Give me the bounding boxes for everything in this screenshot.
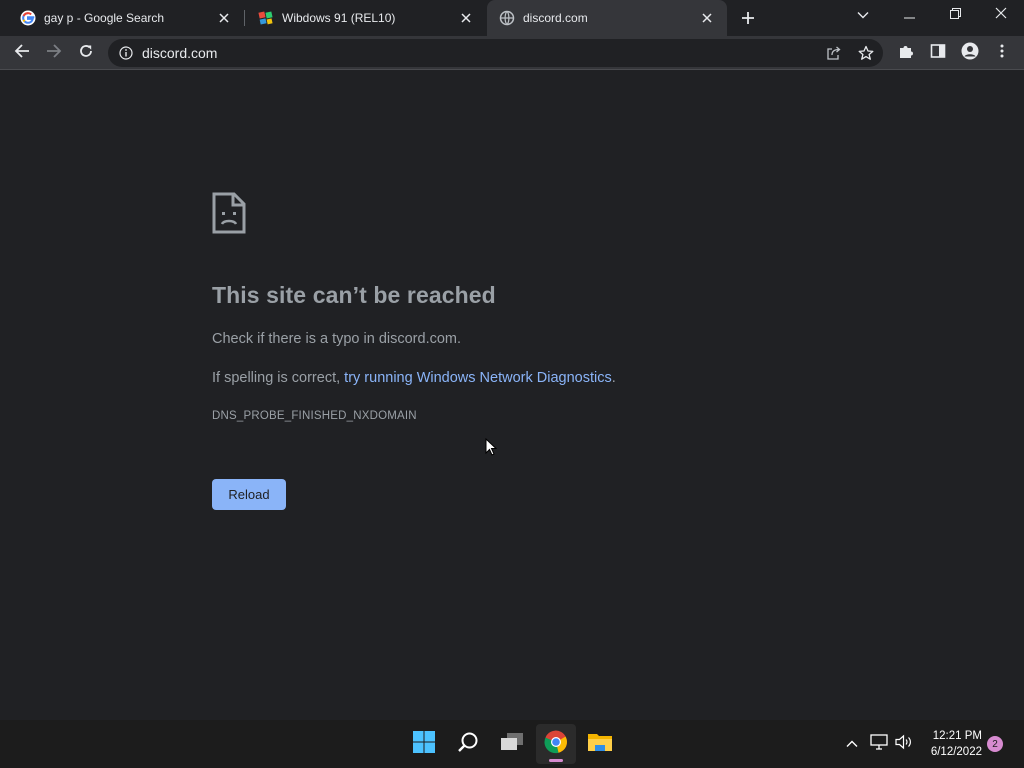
reload-button[interactable]: [72, 39, 100, 67]
more-vertical-icon: [1000, 44, 1004, 63]
file-explorer-button[interactable]: [580, 724, 620, 764]
chevron-down-icon: [857, 6, 869, 24]
typo-message-domain: discord.com: [378, 331, 457, 347]
close-window-button[interactable]: [978, 0, 1024, 30]
forward-button[interactable]: [40, 39, 68, 67]
folder-icon: [587, 731, 613, 758]
chevron-up-icon: [846, 735, 858, 753]
tab-title: gay p - Google Search: [44, 11, 165, 25]
diagnostics-suggestion: If spelling is correct, try running Wind…: [212, 370, 616, 386]
mouse-cursor-icon: [485, 437, 498, 461]
suggestion-prefix: If spelling is correct,: [212, 370, 345, 386]
close-icon[interactable]: [216, 10, 232, 26]
task-view-icon: [500, 732, 524, 757]
search-icon: [457, 731, 479, 758]
address-text: discord.com: [142, 45, 218, 61]
search-button[interactable]: [448, 724, 488, 764]
info-icon[interactable]: [118, 45, 134, 61]
share-icon[interactable]: [826, 45, 842, 66]
refresh-icon: [78, 43, 94, 64]
tab-wibdows[interactable]: Wibdows 91 (REL10): [244, 0, 486, 36]
error-page: This site can’t be reached Check if ther…: [0, 70, 1024, 720]
tab-title: Wibdows 91 (REL10): [282, 11, 396, 25]
google-g-icon: [20, 10, 36, 26]
typo-message-suffix: .: [457, 331, 462, 347]
profile-button[interactable]: [956, 39, 984, 67]
tab-google-search[interactable]: gay p - Google Search: [0, 0, 244, 36]
browser-toolbar: discord.com: [0, 36, 1024, 70]
close-icon[interactable]: [699, 10, 715, 26]
sad-document-icon: [212, 192, 246, 234]
arrow-left-icon: [14, 43, 30, 64]
minimize-icon: [903, 6, 915, 24]
menu-button[interactable]: [988, 39, 1016, 67]
speaker-icon: [895, 734, 913, 755]
side-panel-button[interactable]: [924, 39, 952, 67]
address-bar[interactable]: discord.com: [108, 39, 883, 67]
globe-icon: [499, 10, 515, 26]
windows-logo-icon: [412, 730, 436, 759]
suggestion-suffix: .: [611, 370, 616, 386]
error-code: DNS_PROBE_FINISHED_NXDOMAIN: [212, 410, 417, 422]
volume-button[interactable]: [893, 720, 915, 768]
clock-date: 6/12/2022: [930, 746, 982, 758]
arrow-right-icon: [46, 43, 62, 64]
person-icon: [961, 42, 979, 65]
start-button[interactable]: [404, 724, 444, 764]
puzzle-piece-icon: [898, 43, 914, 64]
task-view-button[interactable]: [492, 724, 532, 764]
tab-discord[interactable]: discord.com: [487, 0, 727, 36]
restore-button[interactable]: [932, 0, 978, 30]
clock-time: 12:21 PM: [932, 730, 982, 742]
colorful-app-icon: [258, 10, 274, 26]
typo-message: Check if there is a typo in discord.com.: [212, 331, 461, 347]
tab-title: discord.com: [523, 11, 588, 25]
close-icon[interactable]: [458, 10, 474, 26]
chrome-taskbar-button[interactable]: [536, 724, 576, 764]
active-app-indicator: [549, 759, 563, 762]
new-tab-button[interactable]: [736, 6, 760, 30]
bookmark-star-icon[interactable]: [858, 45, 874, 66]
extensions-button[interactable]: [892, 39, 920, 67]
restore-icon: [949, 6, 961, 24]
notification-badge[interactable]: 2: [987, 736, 1003, 752]
windows-taskbar: 12:21 PM 6/12/2022: [0, 720, 1024, 768]
chrome-icon: [544, 730, 568, 759]
network-icon: [870, 733, 888, 755]
error-headline: This site can’t be reached: [212, 282, 496, 308]
close-icon: [995, 6, 1007, 24]
show-hidden-icons-button[interactable]: [840, 720, 864, 768]
tab-strip: gay p - Google Search Wibdows 91 (REL10): [0, 0, 1024, 36]
tab-search-button[interactable]: [840, 0, 886, 30]
minimize-button[interactable]: [886, 0, 932, 30]
typo-message-prefix: Check if there is a typo in: [212, 331, 379, 347]
side-panel-icon: [930, 43, 946, 64]
network-status-button[interactable]: [868, 720, 890, 768]
reload-page-button[interactable]: Reload: [212, 479, 286, 510]
back-button[interactable]: [8, 39, 36, 67]
system-clock[interactable]: 12:21 PM 6/12/2022: [918, 728, 982, 760]
network-diagnostics-link[interactable]: try running Windows Network Diagnostics: [344, 370, 612, 386]
